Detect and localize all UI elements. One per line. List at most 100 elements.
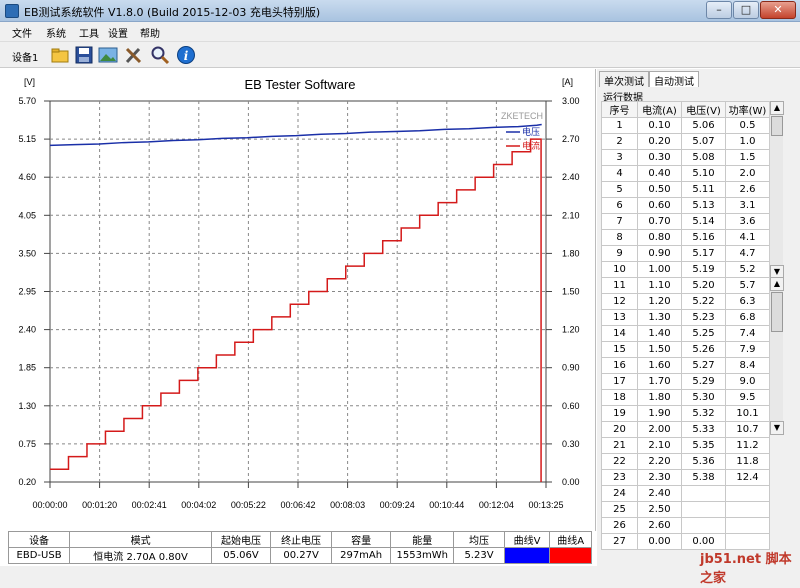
table-row[interactable]: 8 0.80 5.16 4.1 [601,229,770,246]
table-row[interactable]: 24 2.40 [601,485,770,502]
table-cell: 5.29 [681,373,726,390]
table-cell: 5.13 [681,197,726,214]
table-row[interactable]: 7 0.70 5.14 3.6 [601,213,770,230]
table-cell: 0.80 [637,229,682,246]
device-selector[interactable]: 设备1 [12,49,38,64]
minimize-button[interactable]: – [706,1,732,19]
table-cell: 5.11 [681,181,726,198]
scroll-thumb[interactable] [771,292,783,332]
svg-text:i: i [184,49,189,63]
table-row[interactable]: 19 1.90 5.32 10.1 [601,405,770,422]
table-row[interactable]: 21 2.10 5.35 11.2 [601,437,770,454]
table-row[interactable]: 11 1.10 5.20 5.7 [601,277,770,294]
table-cell: 2.40 [637,485,682,502]
table-row[interactable]: 16 1.60 5.27 8.4 [601,357,770,374]
table-row[interactable]: 2 0.20 5.07 1.0 [601,133,770,150]
table-cell [681,517,726,534]
table-cell: 2.6 [725,181,770,198]
summary-cell: 00.27V [269,547,333,564]
table-row[interactable]: 26 2.60 [601,517,770,534]
table-cell: 9.0 [725,373,770,390]
table-row[interactable]: 25 2.50 [601,501,770,518]
table-row[interactable]: 3 0.30 5.08 1.5 [601,149,770,166]
table-cell: 11.2 [725,437,770,454]
table-row[interactable]: 1 0.10 5.06 0.5 [601,117,770,134]
table-row[interactable]: 18 1.80 5.30 9.5 [601,389,770,406]
menu-help[interactable]: 帮助 [140,25,160,40]
table-row[interactable]: 13 1.30 5.23 6.8 [601,309,770,326]
table-row[interactable]: 17 1.70 5.29 9.0 [601,373,770,390]
table-row[interactable]: 10 1.00 5.19 5.2 [601,261,770,278]
table-row[interactable]: 9 0.90 5.17 4.7 [601,245,770,262]
scroll-up-arrow-icon[interactable]: ▲ [770,277,784,291]
tab-single-test[interactable]: 单次测试 [599,71,649,88]
table-cell: 5.22 [681,293,726,310]
table-cell: 26 [601,517,638,534]
close-button[interactable]: ✕ [760,1,796,19]
chart: EB Tester Software [V] [A] 5.70 3.00 5.15 2… [18,77,580,510]
table-row[interactable]: 12 1.20 5.22 6.3 [601,293,770,310]
table-cell: 12.4 [725,469,770,486]
table-cell: 5.10 [681,165,726,182]
menu-file[interactable]: 文件 [12,25,32,40]
info-icon[interactable]: i [176,45,196,65]
table-cell: 0.90 [637,245,682,262]
table-row[interactable]: 14 1.40 5.25 7.4 [601,325,770,342]
tools-icon[interactable] [124,45,144,65]
scroll-up-arrow-icon[interactable]: ▲ [770,101,784,115]
table-cell: 5.2 [725,261,770,278]
table-cell [681,501,726,518]
table-row[interactable]: 22 2.20 5.36 11.8 [601,453,770,470]
table-row[interactable]: 15 1.50 5.26 7.9 [601,341,770,358]
left-tick-label: 1.30 [18,401,36,411]
table-cell: 5.7 [725,277,770,294]
search-icon[interactable] [150,45,170,65]
upper-scrollbar[interactable]: ▲ ▼ [769,101,784,279]
table-cell: 0.30 [637,149,682,166]
table-row[interactable]: 5 0.50 5.11 2.6 [601,181,770,198]
table-cell: 11 [601,277,638,294]
scroll-down-arrow-icon[interactable]: ▼ [770,421,784,435]
table-cell: 1.60 [637,357,682,374]
legend-label: 电流 [522,140,540,152]
menu-system[interactable]: 系统 [46,25,66,40]
table-cell: 0.10 [637,117,682,134]
left-tick-label: 0.75 [18,439,36,449]
curve-v-color-swatch[interactable] [503,547,551,564]
left-tick-label: 4.05 [18,210,36,220]
table-cell: 19 [601,405,638,422]
maximize-button[interactable]: □ [733,1,759,19]
left-tick-label: 2.95 [18,287,36,297]
table-cell: 7 [601,213,638,230]
folder-icon[interactable] [50,45,70,65]
table-row[interactable]: 4 0.40 5.10 2.0 [601,165,770,182]
x-tick-label: 00:02:41 [132,500,167,510]
table-cell: 1.00 [637,261,682,278]
table-cell: 4 [601,165,638,182]
picture-icon[interactable] [98,45,118,65]
summary-row[interactable]: EBD-USB 恒电流 2.70A 0.80V 05.06V 00.27V 29… [7,547,592,564]
table-cell: 1.5 [725,149,770,166]
curve-a-color-swatch[interactable] [549,547,592,564]
scroll-thumb[interactable] [771,116,783,136]
table-cell: 1.10 [637,277,682,294]
table-cell: 10.1 [725,405,770,422]
table-cell: 12 [601,293,638,310]
table-cell: 5.27 [681,357,726,374]
right-tick-label: 2.70 [562,134,580,144]
table-cell: 4.7 [725,245,770,262]
table-row[interactable]: 20 2.00 5.33 10.7 [601,421,770,438]
right-tick-label: 1.80 [562,248,580,258]
tab-auto-test[interactable]: 自动测试 [649,71,699,88]
table-cell [725,501,770,518]
table-cell: 14 [601,325,638,342]
table-row[interactable]: 6 0.60 5.13 3.1 [601,197,770,214]
table-row[interactable]: 23 2.30 5.38 12.4 [601,469,770,486]
save-icon[interactable] [74,45,94,65]
table-cell: 5 [601,181,638,198]
menu-settings[interactable]: 设置 [108,25,128,40]
table-cell: 7.9 [725,341,770,358]
table-header-row: 序号 电流(A) 电压(V) 功率(W) [601,101,770,118]
menu-tools[interactable]: 工具 [79,25,99,40]
lower-scrollbar[interactable]: ▲ ▼ [769,277,784,435]
